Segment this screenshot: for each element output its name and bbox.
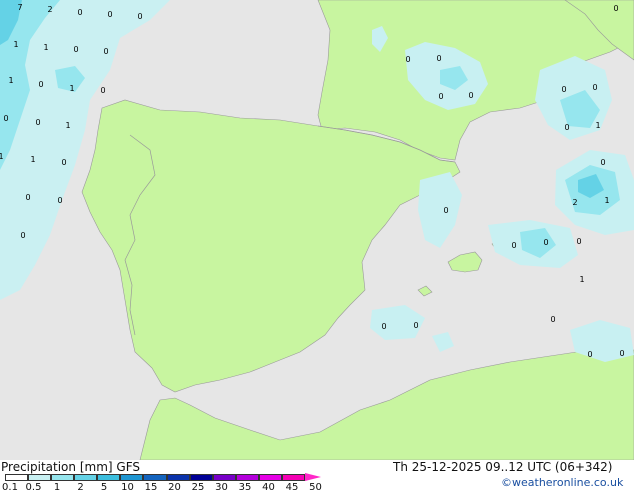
precip-value-label: 0 — [436, 54, 441, 63]
legend-footer: Precipitation [mm] GFS Th 25-12-2025 09.… — [0, 460, 634, 493]
precip-value-label: 1 — [8, 76, 13, 85]
precip-value-label: 1 — [43, 43, 48, 52]
scale-swatch — [258, 474, 282, 481]
precip-value-label: 0 — [443, 206, 448, 215]
scale-tick-label: 2 — [77, 482, 84, 493]
precip-value-label: 0 — [587, 350, 592, 359]
precip-value-label: 0 — [137, 12, 142, 21]
color-scale-bar — [5, 473, 329, 481]
precipitation-map: 7 2 0 0 0 1 1 0 0 1 0 1 0 0 0 1 1 1 0 0 0 0 0 0 0 0 0 0 0 0 1 0 2 1 0 0 0 0 1 0… — [0, 0, 634, 460]
precip-value-label: 0 — [561, 85, 566, 94]
precip-value-label: 1 — [0, 152, 4, 161]
precip-value-label: 0 — [413, 321, 418, 330]
scale-tick-label: 0.1 — [2, 482, 18, 493]
precip-value-label: 0 — [20, 231, 25, 240]
precip-value-label: 1 — [579, 275, 584, 284]
precip-value-label: 0 — [600, 158, 605, 167]
precip-value-label: 1 — [595, 121, 600, 130]
scale-swatch — [5, 474, 29, 481]
scale-swatch — [212, 474, 236, 481]
precip-value-label: 1 — [30, 155, 35, 164]
scale-tick-label: 50 — [309, 482, 322, 493]
precip-value-label: 0 — [592, 83, 597, 92]
scale-swatch — [74, 474, 98, 481]
precip-value-label: 0 — [564, 123, 569, 132]
precip-value-label: 0 — [73, 45, 78, 54]
precip-value-label: 2 — [47, 5, 52, 14]
scale-swatch — [51, 474, 75, 481]
scale-tick-label: 5 — [100, 482, 108, 493]
legend-title: Precipitation [mm] GFS — [1, 460, 140, 474]
scale-tick-label: 40 — [262, 482, 275, 493]
scale-swatch — [166, 474, 190, 481]
precip-value-label: 0 — [405, 55, 410, 64]
precip-value-label: 0 — [550, 315, 555, 324]
precip-value-label: 0 — [381, 322, 386, 331]
scale-tick-label: 1 — [53, 482, 61, 493]
precip-value-label: 0 — [57, 196, 62, 205]
precip-value-label: 0 — [107, 10, 112, 19]
precip-value-label: 0 — [3, 114, 8, 123]
precip-value-label: 0 — [61, 158, 66, 167]
scale-tick-label: 20 — [168, 482, 181, 493]
valid-time: Th 25-12-2025 09..12 UTC (06+342) — [393, 460, 613, 474]
credit-text: ©weatheronline.co.uk — [501, 476, 624, 489]
scale-tick-label: 35 — [238, 482, 252, 493]
scale-swatch — [281, 474, 305, 481]
precip-value-label: 0 — [103, 47, 108, 56]
precip-value-label: 0 — [438, 92, 443, 101]
scale-swatch — [305, 473, 321, 481]
scale-tick-label: 25 — [191, 482, 205, 493]
precip-value-label: 2 — [572, 198, 577, 207]
precip-value-label: 0 — [35, 118, 40, 127]
precip-value-label: 1 — [604, 196, 609, 205]
scale-swatch — [120, 474, 144, 481]
scale-tick-label: 10 — [121, 482, 134, 493]
model-name: GFS — [116, 460, 140, 474]
precip-value-label: 0 — [543, 238, 548, 247]
precip-value-label: 0 — [613, 4, 618, 13]
scale-tick-label: 45 — [285, 482, 299, 493]
precip-value-label: 0 — [100, 86, 105, 95]
scale-tick-label: 15 — [144, 482, 158, 493]
scale-swatch — [97, 474, 121, 481]
precip-value-label: 0 — [25, 193, 30, 202]
precip-value-label: 1 — [65, 121, 70, 130]
scale-swatch — [189, 474, 213, 481]
precip-value-label: 1 — [13, 40, 18, 49]
scale-tick-label: 30 — [215, 482, 228, 493]
scale-swatch — [28, 474, 52, 481]
precip-value-label: 0 — [77, 8, 82, 17]
precip-value-label: 0 — [576, 237, 581, 246]
precip-value-label: 0 — [619, 349, 624, 358]
scale-swatch — [235, 474, 259, 481]
precip-value-label: 0 — [511, 241, 516, 250]
precip-value-label: 0 — [468, 91, 473, 100]
scale-swatch — [143, 474, 167, 481]
precip-value-label: 0 — [38, 80, 43, 89]
scale-tick-label: 0.5 — [25, 482, 42, 493]
precip-value-label: 1 — [69, 84, 74, 93]
precip-value-label: 7 — [17, 3, 22, 12]
